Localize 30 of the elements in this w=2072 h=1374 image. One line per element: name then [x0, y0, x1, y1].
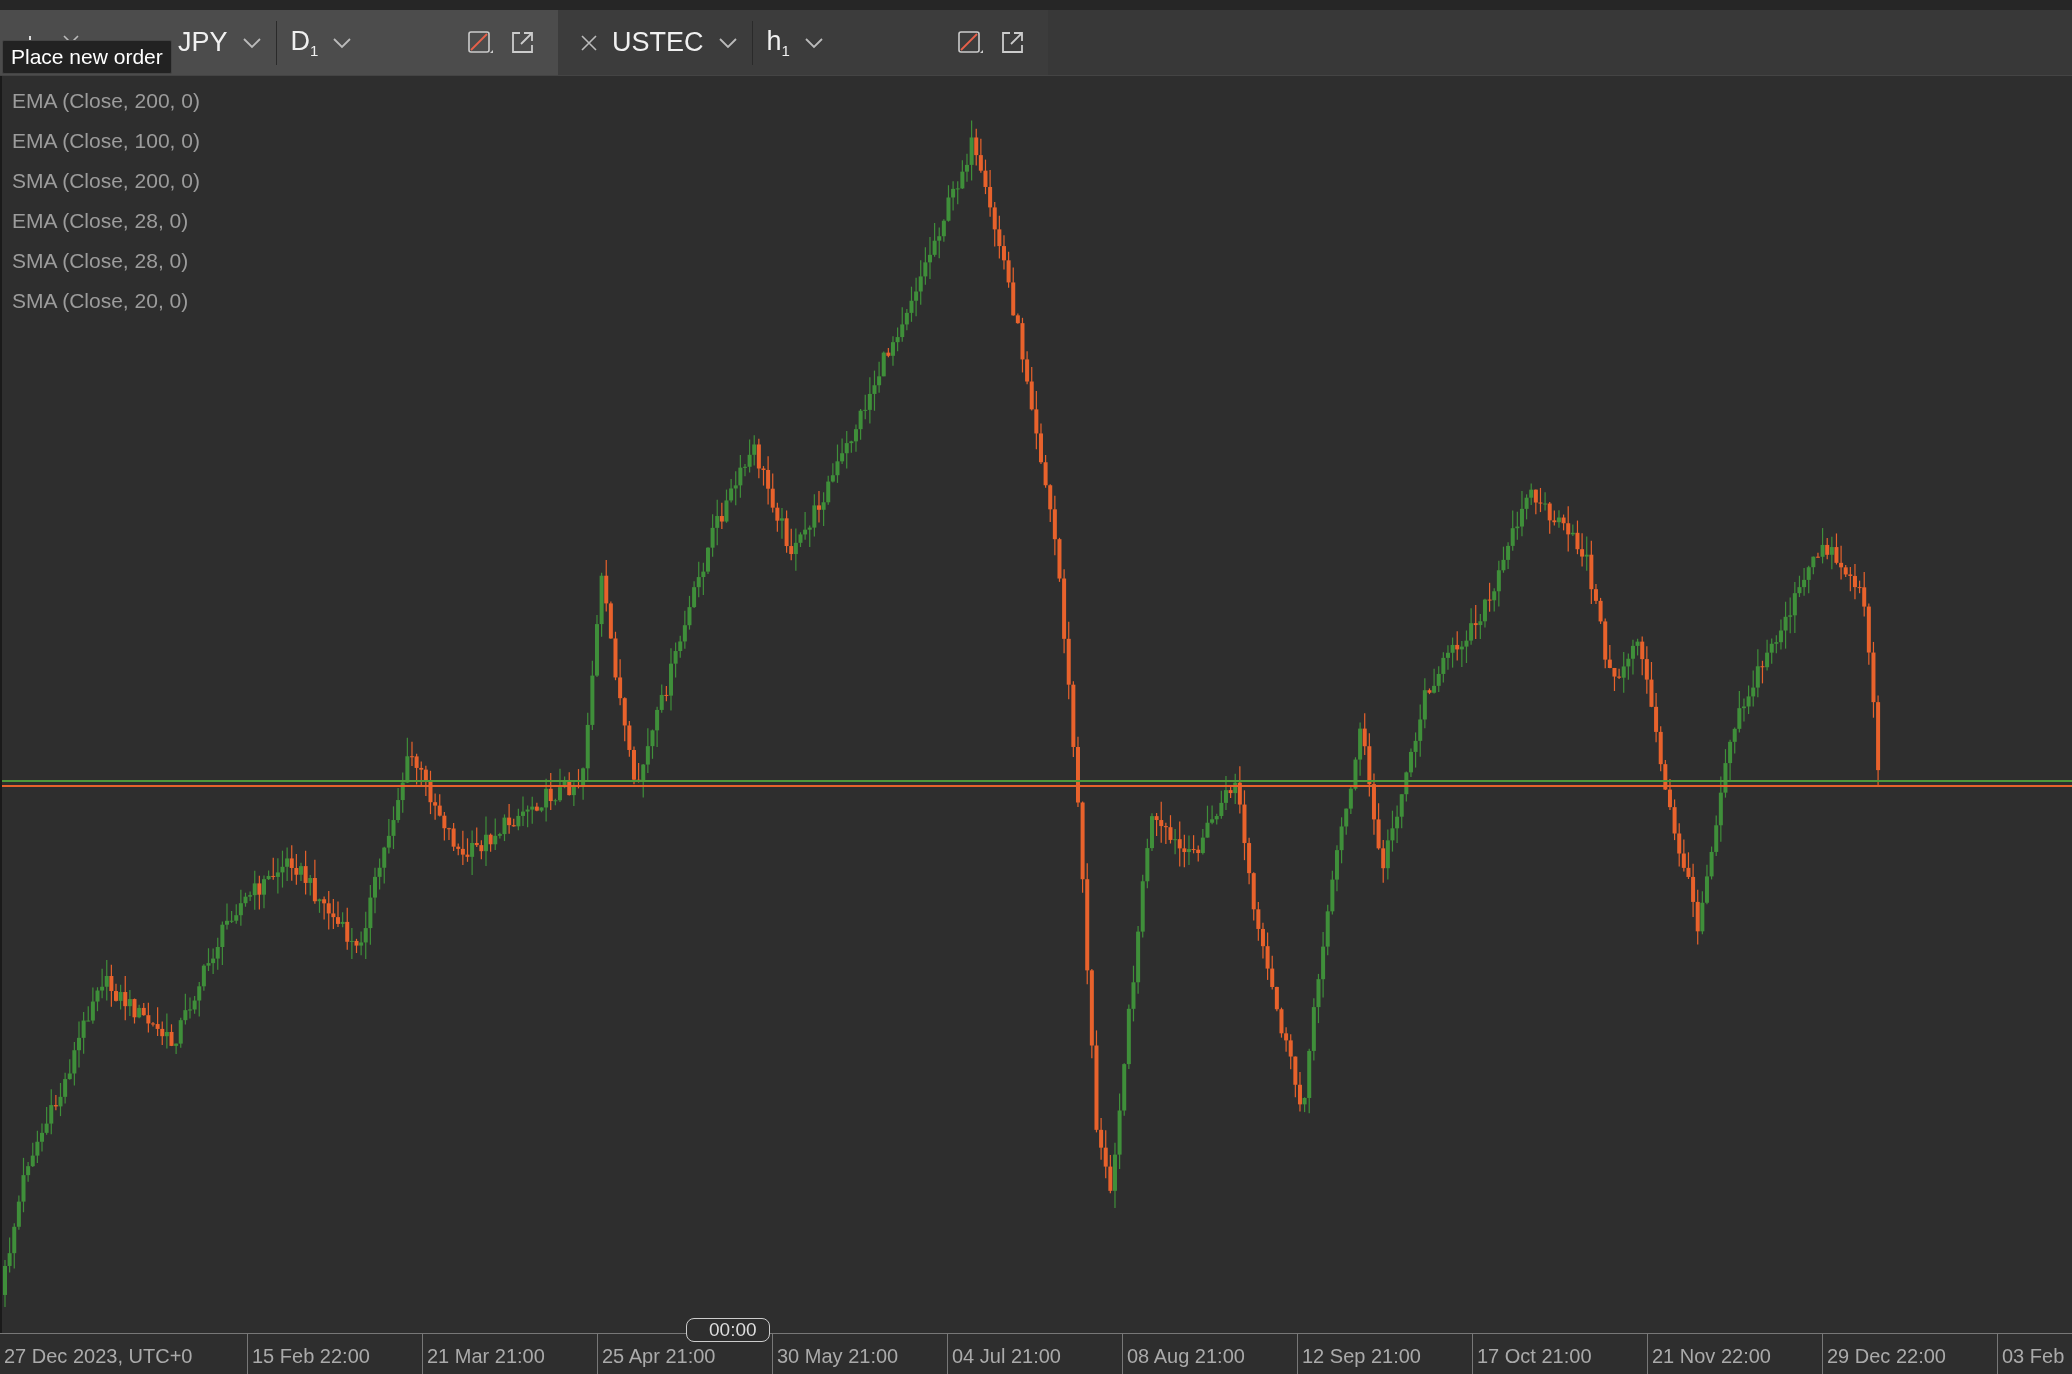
- time-label: 17 Oct 21:00: [1476, 1345, 1592, 1369]
- time-label: 21 Mar 21:00: [426, 1345, 545, 1369]
- chevron-down-icon[interactable]: [241, 36, 262, 49]
- time-label: 08 Aug 21:00: [1126, 1345, 1245, 1369]
- indicator-label: EMA (Close, 200, 0): [12, 88, 200, 114]
- time-label: 29 Dec 22:00: [1826, 1345, 1946, 1369]
- time-label: 03 Feb: [2001, 1345, 2065, 1369]
- time-label: 30 May 21:00: [776, 1345, 899, 1369]
- time-label: 12 Sep 21:00: [1301, 1345, 1421, 1369]
- indicator-label: EMA (Close, 28, 0): [12, 208, 190, 234]
- time-label: 04 Jul 21:00: [951, 1345, 1061, 1369]
- chevron-down-icon[interactable]: [717, 36, 738, 49]
- indicator-label: SMA (Close, 200, 0): [12, 168, 200, 194]
- indicator-label: SMA (Close, 28, 0): [12, 248, 190, 274]
- indicator-label: EMA (Close, 100, 0): [12, 128, 200, 154]
- symbol-label[interactable]: JPY: [178, 27, 228, 58]
- chevron-down-icon[interactable]: [803, 36, 824, 49]
- chart-tab[interactable]: USTEC h$_{1}$: [558, 10, 1048, 75]
- timeframe-label[interactable]: D$_{1}$: [290, 25, 319, 60]
- time-cursor-label[interactable]: 00:00: [686, 1318, 770, 1342]
- indicator-label: SMA (Close, 20, 0): [12, 288, 190, 314]
- time-label: 25 Apr 21:00: [601, 1345, 716, 1369]
- tooltip: Place new order: [2, 40, 172, 74]
- close-icon[interactable]: [580, 33, 598, 52]
- timeframe-label[interactable]: h$_{1}$: [766, 25, 790, 60]
- time-label: 27 Dec 2023, UTC+0: [3, 1345, 193, 1369]
- time-label: 15 Feb 22:00: [251, 1345, 370, 1369]
- time-label: 21 Nov 22:00: [1651, 1345, 1771, 1369]
- symbol-label[interactable]: USTEC: [612, 27, 704, 58]
- chevron-down-icon[interactable]: [332, 36, 353, 49]
